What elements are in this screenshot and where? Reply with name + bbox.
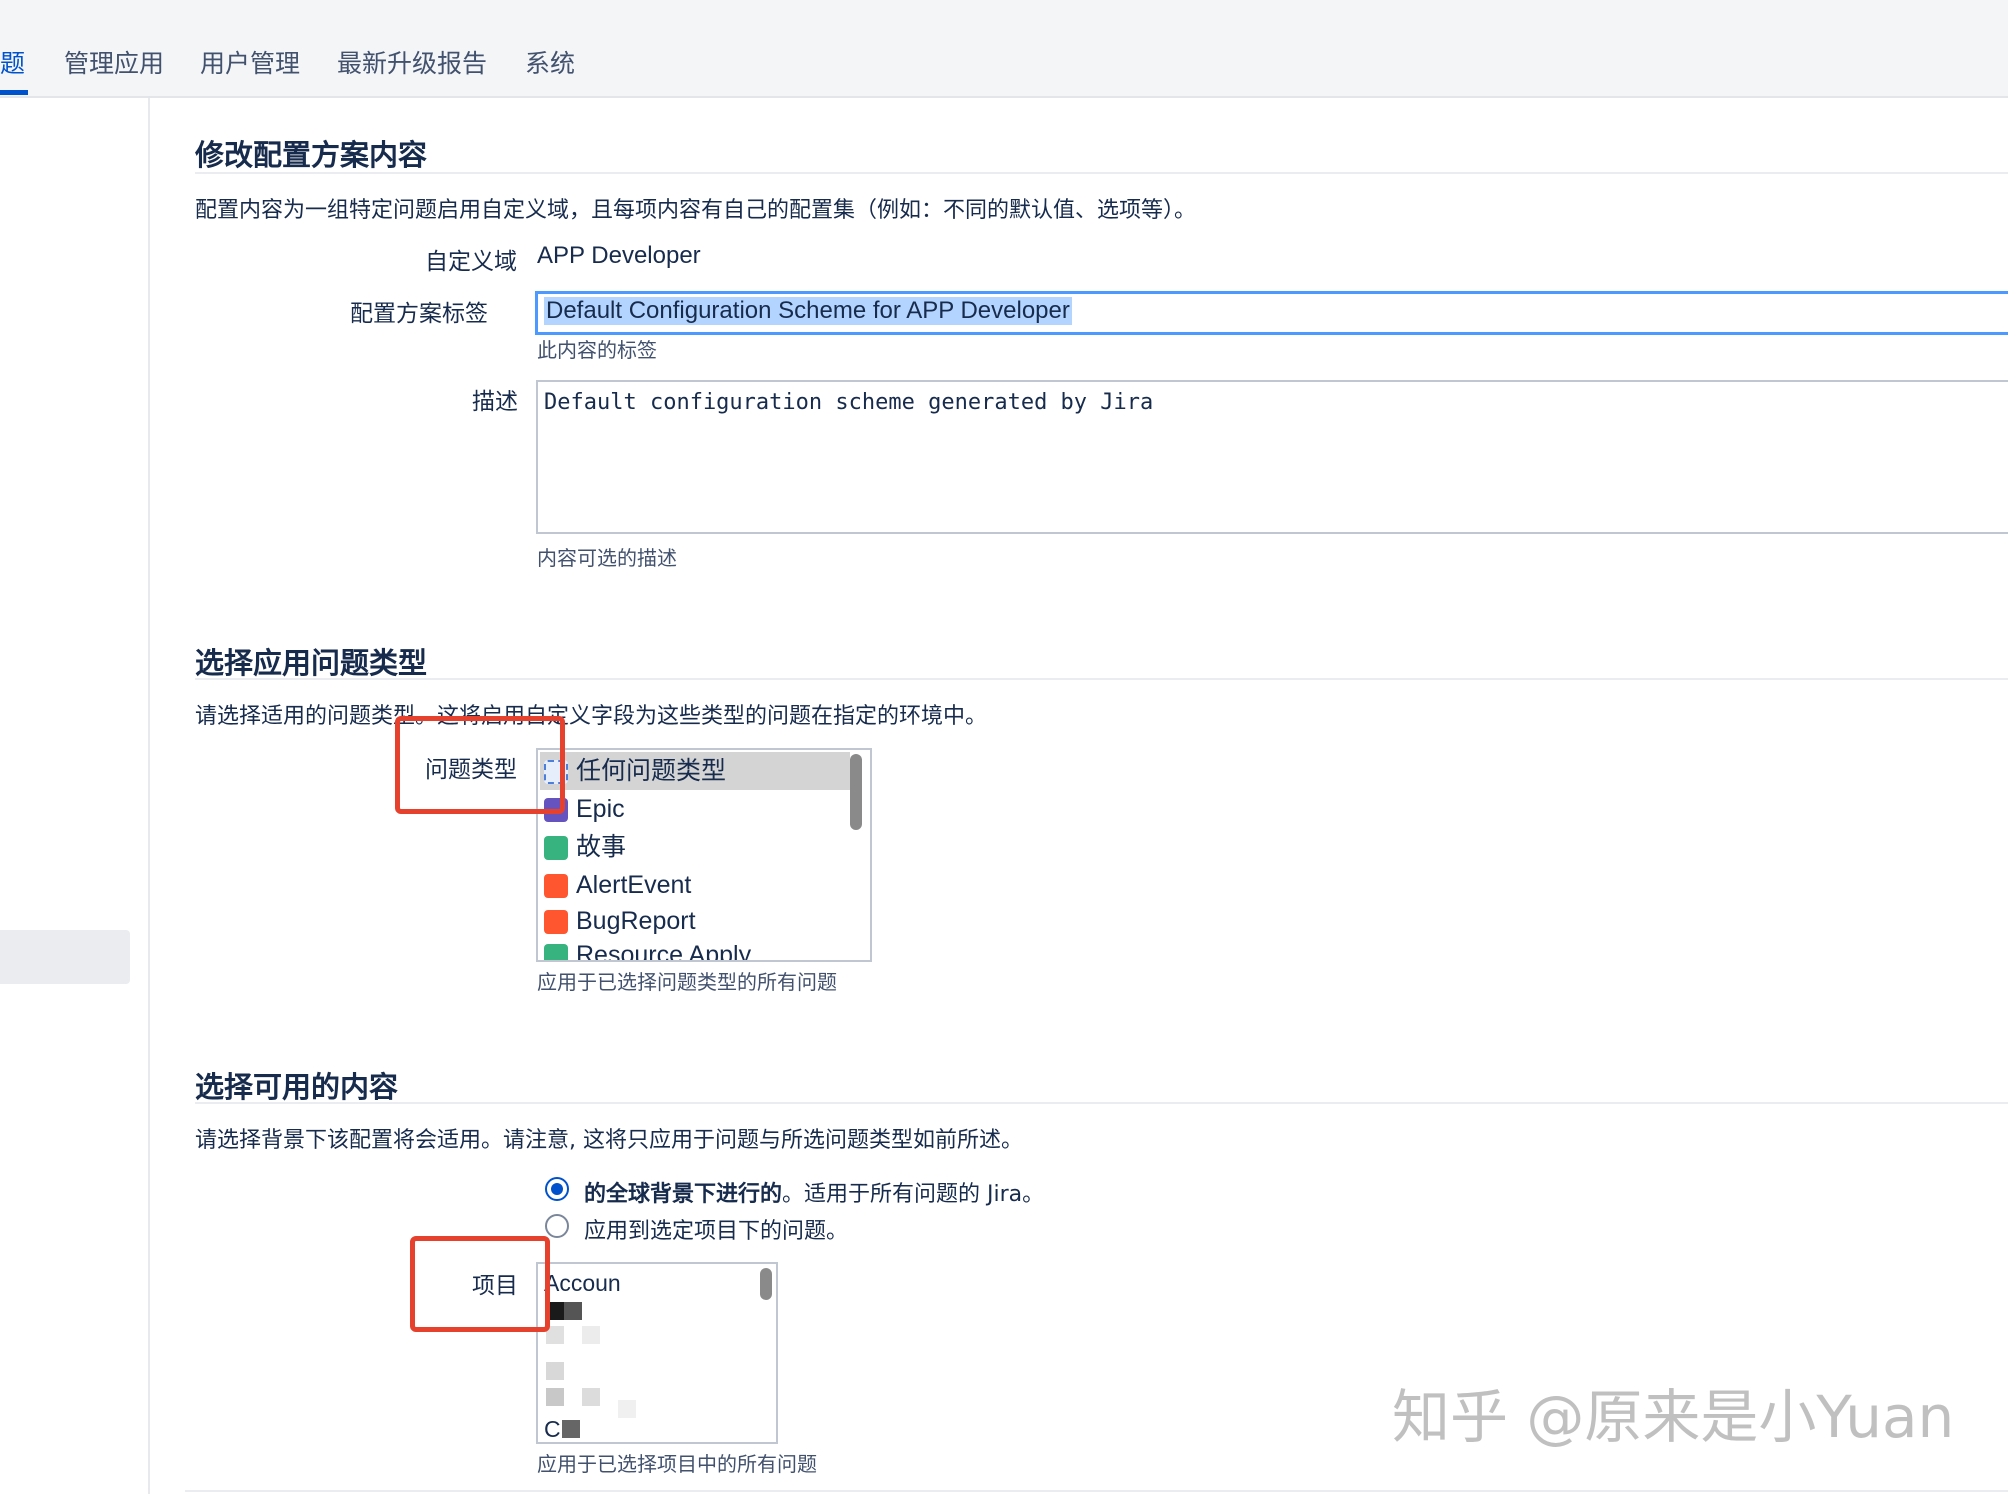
issue-types-heading: 选择应用问题类型 [195, 646, 428, 680]
global-context-label: 的全球背景下进行的。适用于所有问题的 Jira。 [584, 1176, 1044, 1208]
tab-manage-apps[interactable]: 管理应用 [64, 46, 164, 82]
sidebar-item-selected[interactable] [0, 930, 130, 984]
scheme-label-hint: 此内容的标签 [537, 338, 657, 362]
description-textarea[interactable]: Default configuration scheme generated b… [536, 380, 2008, 534]
tab-system[interactable]: 系统 [525, 46, 575, 82]
tab-latest-upgrade-report[interactable]: 最新升级报告 [337, 46, 487, 82]
edit-scheme-heading: 修改配置方案内容 [195, 138, 428, 172]
pixelated-project-name [564, 1302, 582, 1320]
pixelated-project-name [546, 1388, 564, 1406]
list-item[interactable]: 故事 [540, 828, 850, 866]
edit-scheme-description: 配置内容为一组特定问题启用自定义域，且每项内容有自己的配置集（例如：不同的默认值… [195, 198, 1197, 223]
section-divider [195, 1102, 2008, 1104]
pixelated-project-name [582, 1388, 600, 1406]
resource-apply-icon [544, 944, 568, 960]
pixelated-project-name [562, 1420, 580, 1438]
section-divider [195, 678, 2008, 680]
project-listbox[interactable]: Accoun Cl [536, 1262, 778, 1444]
list-item[interactable]: AlertEvent [540, 866, 850, 904]
section-divider [185, 1490, 2008, 1492]
sidebar [0, 98, 150, 1494]
description-textarea-value: Default configuration scheme generated b… [544, 390, 1154, 415]
alert-event-icon [544, 874, 568, 898]
selected-projects-label: 应用到选定项目下的问题。 [584, 1219, 849, 1244]
list-item[interactable]: Accoun [540, 1264, 740, 1302]
project-hint: 应用于已选择项目中的所有问题 [537, 1452, 817, 1476]
story-icon [544, 836, 568, 860]
description-label: 描述 [472, 389, 518, 415]
scheme-label-input-value: Default Configuration Scheme for APP Dev… [544, 297, 1072, 325]
global-context-radio[interactable] [545, 1177, 569, 1201]
highlight-box-issue-type [395, 716, 565, 814]
pixelated-project-name [546, 1362, 564, 1380]
tab-issues[interactable]: 题 [0, 46, 25, 82]
custom-field-label: 自定义域 [425, 249, 517, 275]
global-context-label-rest: 。适用于所有问题的 Jira。 [782, 1182, 1045, 1207]
scheme-label-label: 配置方案标签 [350, 301, 488, 327]
listbox-scrollbar[interactable] [760, 1268, 772, 1300]
issue-types-description: 请选择适用的问题类型。这将启用自定义字段为这些类型的问题在指定的环境中。 [195, 704, 988, 729]
issue-type-listbox[interactable]: 任何问题类型 Epic 故事 AlertEvent BugReport Reso… [536, 748, 872, 962]
list-item[interactable]: 任何问题类型 [540, 752, 850, 790]
list-item[interactable]: Epic [540, 790, 850, 828]
global-context-label-bold: 的全球背景下进行的 [584, 1182, 783, 1207]
issue-type-hint: 应用于已选择问题类型的所有问题 [537, 970, 837, 994]
list-item[interactable]: BugReport [540, 902, 850, 940]
admin-top-nav: 题 管理应用 用户管理 最新升级报告 系统 [0, 0, 2008, 98]
pixelated-project-name [582, 1326, 600, 1344]
section-divider [195, 172, 2008, 174]
context-description: 请选择背景下该配置将会适用。请注意, 这将只应用于问题与所选问题类型如前所述。 [195, 1128, 1023, 1153]
bug-report-icon [544, 910, 568, 934]
context-heading: 选择可用的内容 [195, 1070, 399, 1104]
watermark: 知乎 @原来是小Yuan [1392, 1383, 1955, 1451]
listbox-scrollbar[interactable] [850, 754, 862, 830]
active-tab-indicator [0, 90, 28, 95]
description-hint: 内容可选的描述 [537, 546, 677, 570]
selected-projects-radio[interactable] [545, 1214, 569, 1238]
list-item[interactable]: Resource Apply [540, 936, 850, 960]
scheme-label-input[interactable]: Default Configuration Scheme for APP Dev… [536, 292, 2008, 334]
tab-user-management[interactable]: 用户管理 [200, 46, 300, 82]
highlight-box-project [410, 1236, 550, 1332]
custom-field-value: APP Developer [537, 242, 701, 269]
